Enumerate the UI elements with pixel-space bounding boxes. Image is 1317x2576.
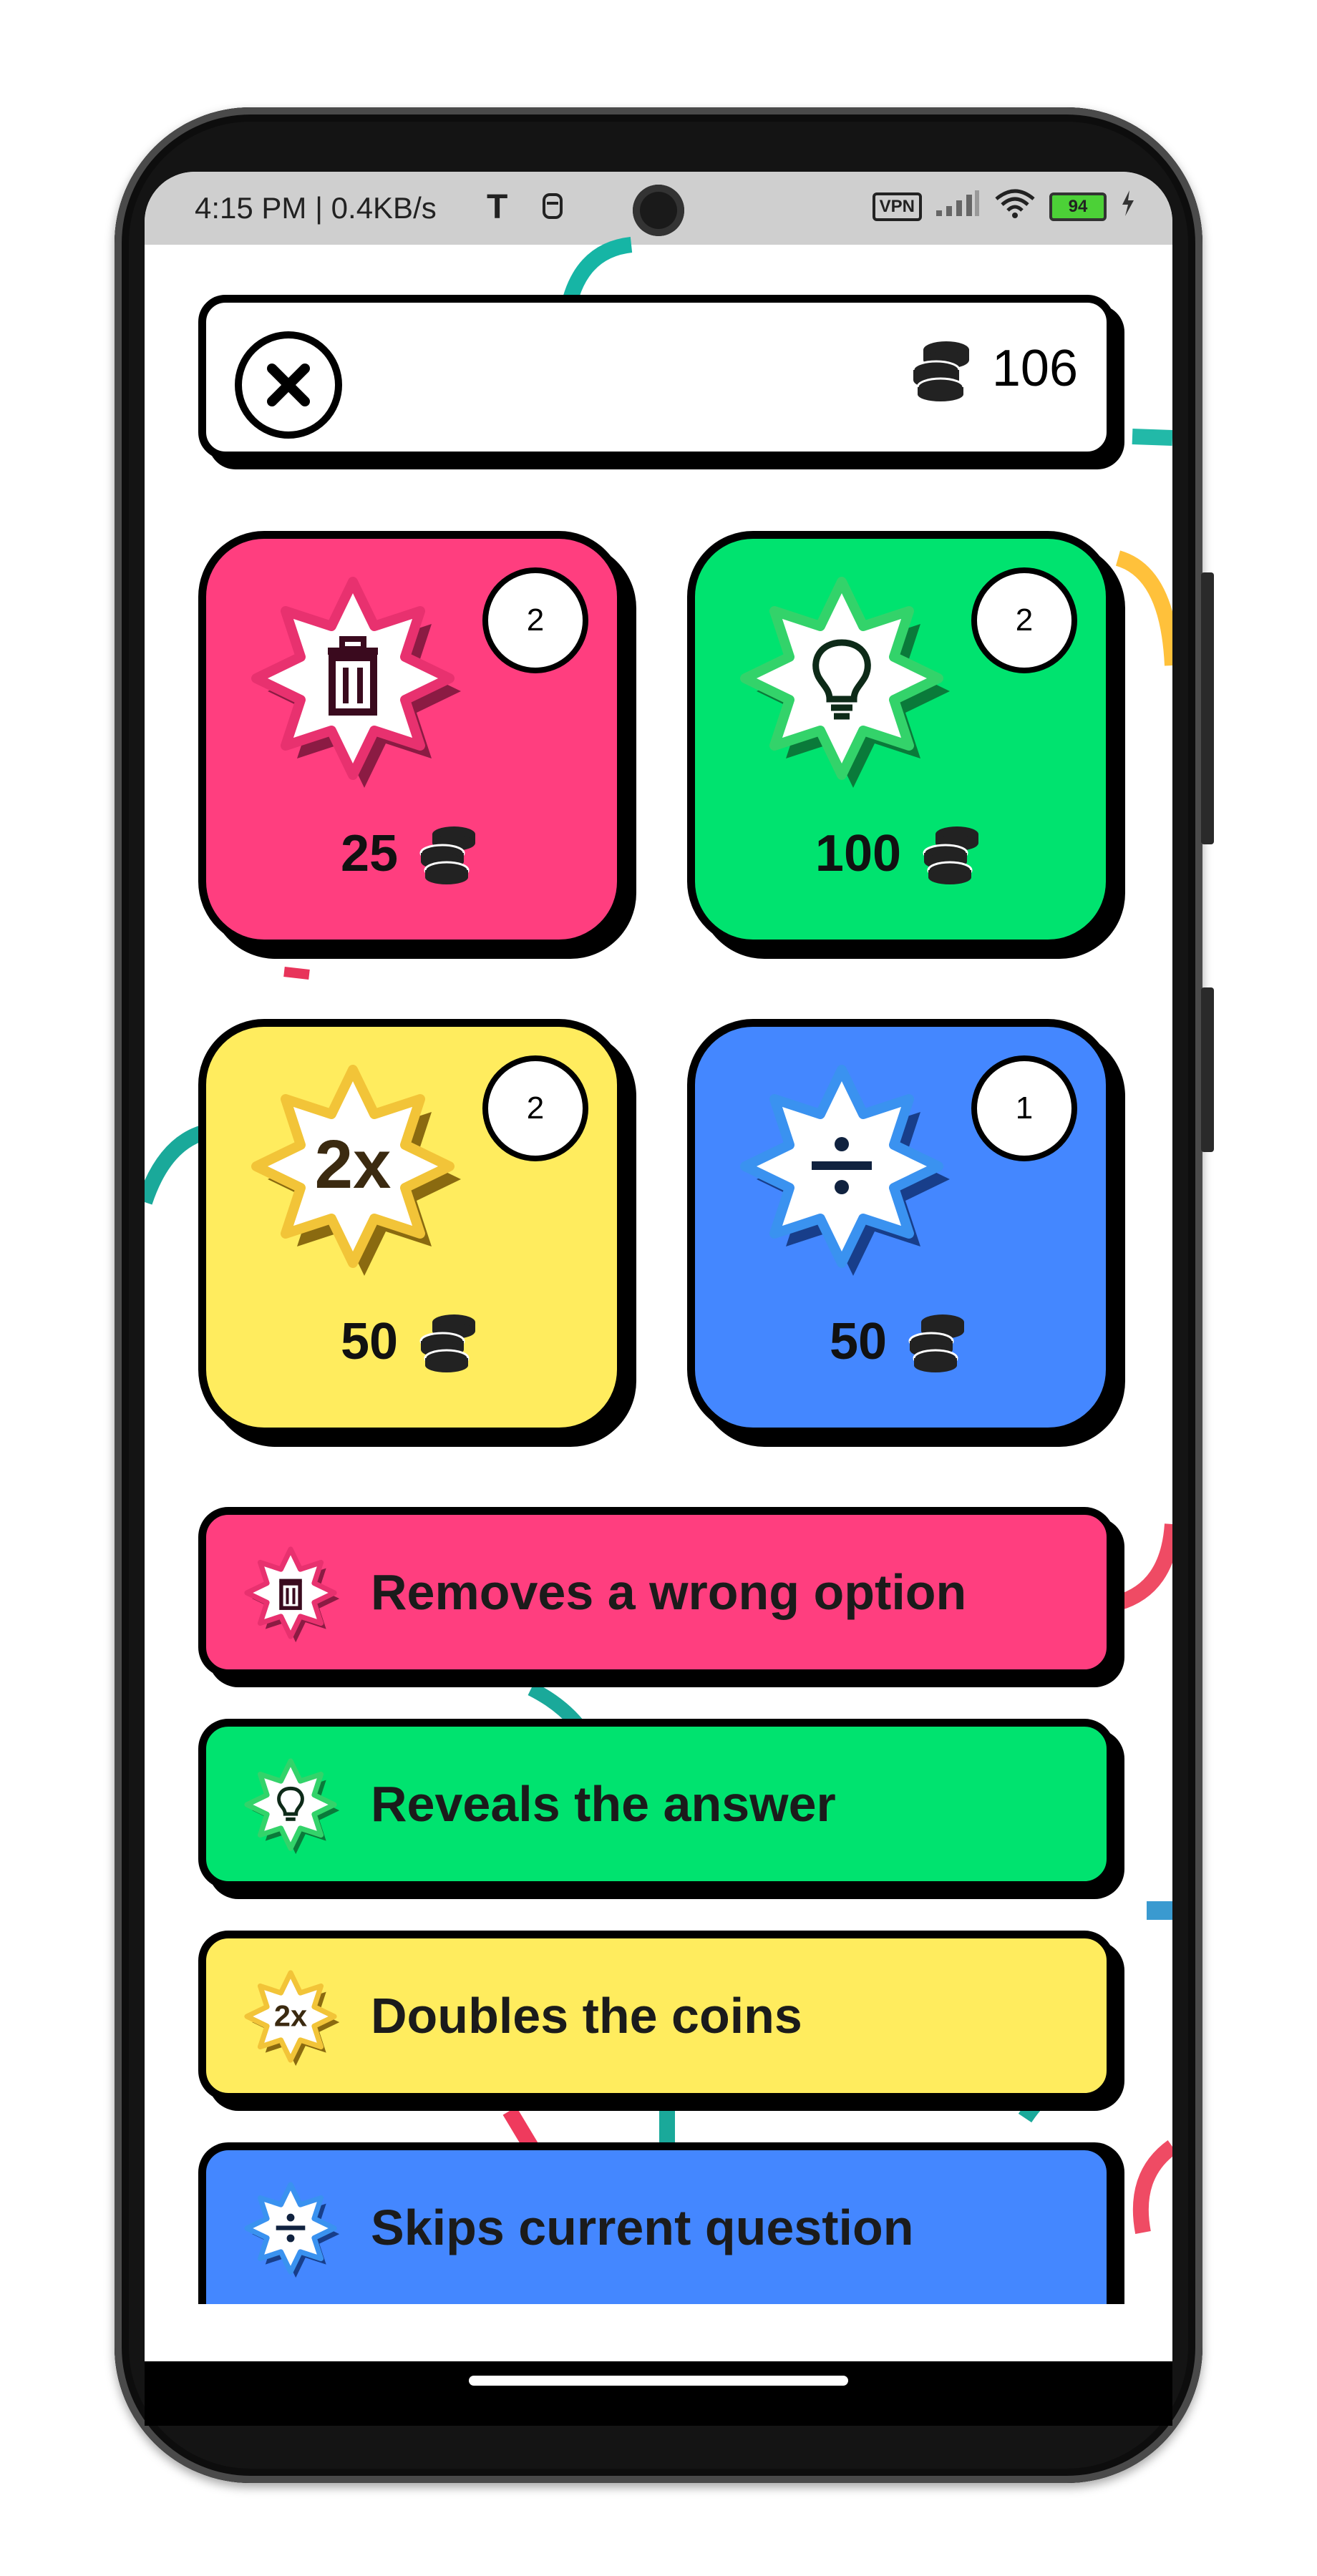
price-value: 25 — [340, 825, 399, 882]
powerup-price: 50 — [695, 1309, 1106, 1374]
volume-button — [1201, 987, 1214, 1152]
navigation-bar — [145, 2361, 1172, 2426]
description-remove: Removes a wrong option — [198, 1507, 1114, 1677]
powerup-price: 25 — [206, 821, 617, 886]
price-value: 100 — [815, 825, 902, 882]
top-bar: 106 — [198, 295, 1114, 459]
divide-icon — [244, 2182, 340, 2278]
description-reveal: Reveals the answer — [198, 1719, 1114, 1889]
description-text: Skips current question — [371, 2200, 914, 2255]
description-text: Removes a wrong option — [371, 1564, 967, 1620]
close-button[interactable] — [235, 331, 342, 439]
coins-icon — [912, 341, 969, 401]
description-double: 2x Doubles the coins — [198, 1931, 1114, 2101]
powerup-count-badge: 1 — [971, 1055, 1077, 1161]
coin-count: 106 — [991, 340, 1078, 397]
trash-icon — [244, 1546, 340, 1643]
coins-icon — [419, 1314, 476, 1372]
powerup-card-remove[interactable]: 2 25 — [198, 531, 625, 947]
close-icon — [267, 364, 310, 406]
price-value: 50 — [340, 1313, 399, 1370]
description-text: Reveals the answer — [371, 1776, 836, 1832]
coins-icon — [419, 826, 476, 884]
powerup-price: 100 — [695, 821, 1106, 886]
lightbulb-icon — [731, 567, 953, 789]
double-coins-icon: 2x — [242, 1055, 464, 1277]
powerup-count-badge: 2 — [482, 1055, 588, 1161]
description-text: Doubles the coins — [371, 1988, 802, 2044]
trash-icon — [242, 567, 464, 789]
double-icon-label: 2x — [274, 1999, 307, 2033]
lightbulb-icon — [244, 1758, 340, 1855]
powerup-card-double[interactable]: 2x 2 50 — [198, 1019, 625, 1435]
divide-icon — [731, 1055, 953, 1277]
home-indicator[interactable] — [469, 2376, 848, 2386]
price-value: 50 — [829, 1313, 888, 1370]
double-coins-icon: 2x — [244, 1970, 340, 2067]
screen: 4:15 PM | 0.4KB/s T VPN 94 106 2 25 2 10… — [145, 172, 1172, 2361]
powerup-count-badge: 2 — [482, 567, 588, 673]
powerup-shop: 106 2 25 2 100 2x 2 50 1 50 Removes a wr… — [145, 245, 1172, 2361]
coin-balance: 106 — [905, 333, 1078, 404]
powerup-card-skip[interactable]: 1 50 — [687, 1019, 1114, 1435]
description-skip: Skips current question — [198, 2142, 1114, 2304]
coins-icon — [923, 826, 979, 884]
double-icon-label: 2x — [315, 1126, 392, 1203]
coins-icon — [908, 1314, 965, 1372]
power-button — [1201, 572, 1214, 844]
powerup-count-badge: 2 — [971, 567, 1077, 673]
powerup-card-reveal[interactable]: 2 100 — [687, 531, 1114, 947]
powerup-price: 50 — [206, 1309, 617, 1374]
